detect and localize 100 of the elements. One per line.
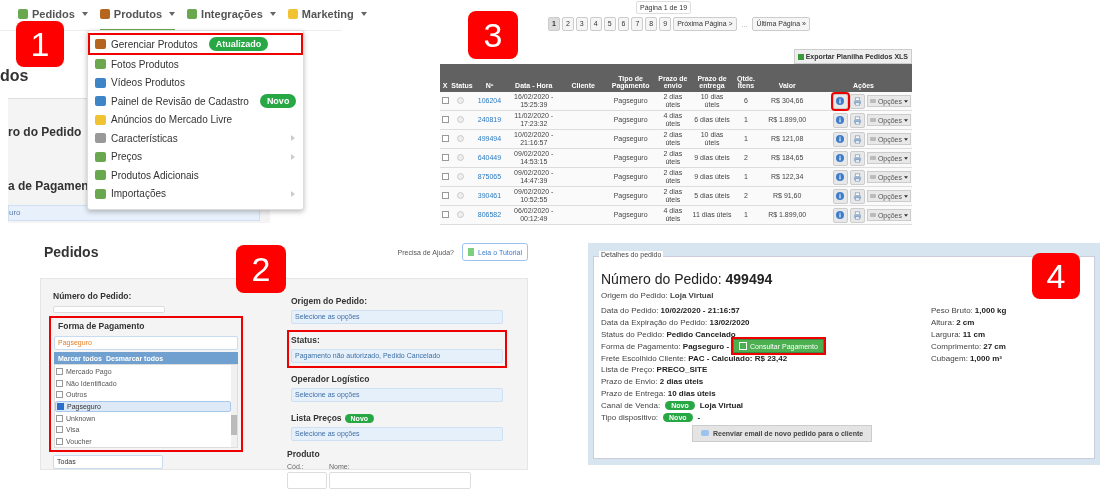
- caret-icon: [904, 175, 908, 179]
- page-title: dos: [0, 67, 29, 85]
- checkbox[interactable]: [441, 172, 449, 180]
- checkbox[interactable]: [441, 191, 449, 199]
- info-icon: [836, 97, 845, 105]
- menu-item[interactable]: Importações: [88, 184, 304, 203]
- status-icon: [457, 191, 465, 199]
- caret-icon: [269, 12, 276, 16]
- info-button[interactable]: [832, 150, 848, 166]
- print-button[interactable]: [849, 112, 865, 128]
- printer-icon: [852, 96, 862, 106]
- detail-line: Largura: 11 cm: [931, 329, 987, 341]
- info-button[interactable]: [832, 207, 848, 223]
- menu-item[interactable]: Anúncios do Mercado Livre: [88, 110, 304, 129]
- menu-item[interactable]: Características: [88, 129, 304, 148]
- field-label: Status:: [291, 335, 320, 345]
- field-label: Lista Preços: [291, 413, 342, 423]
- checkbox[interactable]: [56, 391, 63, 399]
- caret-icon: [360, 12, 367, 16]
- printer-icon: [852, 191, 862, 201]
- status-icon: [457, 172, 465, 180]
- square-icon: [95, 96, 106, 107]
- status-icon: [457, 153, 465, 161]
- menu-item[interactable]: Vídeos Produtos: [88, 73, 304, 92]
- print-button[interactable]: [849, 150, 865, 166]
- menu-item-label: Características: [111, 132, 178, 144]
- nav-menu-item[interactable]: Integrações: [187, 0, 276, 31]
- info-button[interactable]: [832, 93, 848, 109]
- menu-item[interactable]: Preços: [88, 147, 304, 166]
- print-button[interactable]: [849, 188, 865, 204]
- menu-item-label: Painel de Revisão de Cadastro: [111, 95, 249, 107]
- caret-icon: [81, 12, 88, 16]
- status-icon: [457, 115, 465, 123]
- menu-item[interactable]: Gerenciar Produtos Atualizado: [88, 33, 304, 55]
- input-field[interactable]: [287, 472, 327, 489]
- status-icon: [457, 96, 465, 104]
- menu-item[interactable]: Fotos Produtos: [88, 55, 304, 74]
- detail-line: Data da Expiração do Pedido: 13/02/2020: [601, 318, 750, 328]
- print-button[interactable]: [849, 169, 865, 185]
- menu-item-label: Produtos Adicionais: [111, 169, 199, 181]
- checkbox[interactable]: [56, 426, 63, 434]
- scrollbar[interactable]: [231, 365, 237, 447]
- square-icon: [95, 77, 106, 88]
- print-button[interactable]: [849, 93, 865, 109]
- order-title: Número do Pedido: 499494: [601, 271, 773, 287]
- square-icon: [95, 59, 106, 70]
- checkbox[interactable]: [57, 403, 64, 411]
- caret-icon: [169, 12, 176, 16]
- detail-line: Lista de Preço: PRECO_SITE: [601, 365, 708, 375]
- info-icon: [836, 173, 845, 181]
- detail-line: Frete Escolhido Cliente: PAC - Calculado: R$ 23,42: [601, 353, 788, 363]
- checkbox[interactable]: [56, 437, 63, 445]
- section-heading: ro do Pedido: [8, 125, 82, 139]
- checkbox[interactable]: [441, 210, 449, 218]
- field-label: Número do Pedido:: [53, 291, 133, 301]
- input-field[interactable]: [53, 306, 165, 313]
- info-icon: [836, 135, 845, 143]
- detail-line: Status do Pedido: Pedido Cancelado: [601, 330, 736, 339]
- menu-item-label: Importações: [111, 188, 167, 200]
- info-button[interactable]: [832, 188, 848, 204]
- menu-item[interactable]: Painel de Revisão de Cadastro Novo: [88, 92, 304, 111]
- menu-item-label: Gerenciar Produtos: [111, 38, 198, 50]
- step-badge: 3: [468, 11, 518, 59]
- detail-line: Origem do Pedido: Loja Virtual: [601, 291, 715, 300]
- checkbox[interactable]: [56, 368, 63, 376]
- input-field[interactable]: [329, 472, 471, 489]
- field-label: Operador Logístico: [291, 374, 370, 384]
- menu-item-label: Preços: [111, 151, 143, 163]
- menu-item-label: Vídeos Produtos: [111, 77, 185, 89]
- info-button[interactable]: [832, 169, 848, 185]
- info-button[interactable]: [832, 112, 848, 128]
- printer-icon: [852, 134, 862, 144]
- page-title: Pedidos: [44, 244, 99, 260]
- menu-item-label: Fotos Produtos: [111, 58, 179, 70]
- square-icon: [187, 9, 198, 19]
- print-button[interactable]: [849, 131, 865, 147]
- checkbox[interactable]: [441, 134, 449, 142]
- checkbox[interactable]: [441, 153, 449, 161]
- spreadsheet-icon: [797, 53, 804, 60]
- checkbox[interactable]: [441, 115, 449, 123]
- detail-line: Prazo de Entrega: 10 dias úteis: [601, 388, 716, 398]
- step-badge: 1: [16, 21, 64, 67]
- status-icon: [457, 210, 465, 218]
- square-icon: [287, 9, 298, 19]
- detail-value: Loja Virtual: [699, 400, 744, 410]
- checkbox[interactable]: [56, 414, 63, 422]
- info-button[interactable]: [832, 131, 848, 147]
- printer-icon: [852, 115, 862, 125]
- detail-line: Comprimento: 27 cm: [931, 340, 1007, 353]
- checkbox[interactable]: [56, 379, 63, 387]
- field-label: Origem do Pedido:: [291, 296, 368, 306]
- square-icon: [95, 151, 106, 162]
- square-icon: [95, 39, 106, 49]
- print-button[interactable]: [849, 207, 865, 223]
- nav-menu-item[interactable]: Marketing: [287, 0, 367, 31]
- checkbox[interactable]: [441, 96, 449, 104]
- detail-line: Prazo de Envio: 2 dias úteis: [601, 377, 704, 387]
- menu-item[interactable]: Produtos Adicionais: [88, 166, 304, 185]
- caret-icon: [904, 99, 908, 103]
- caret-icon: [904, 194, 908, 198]
